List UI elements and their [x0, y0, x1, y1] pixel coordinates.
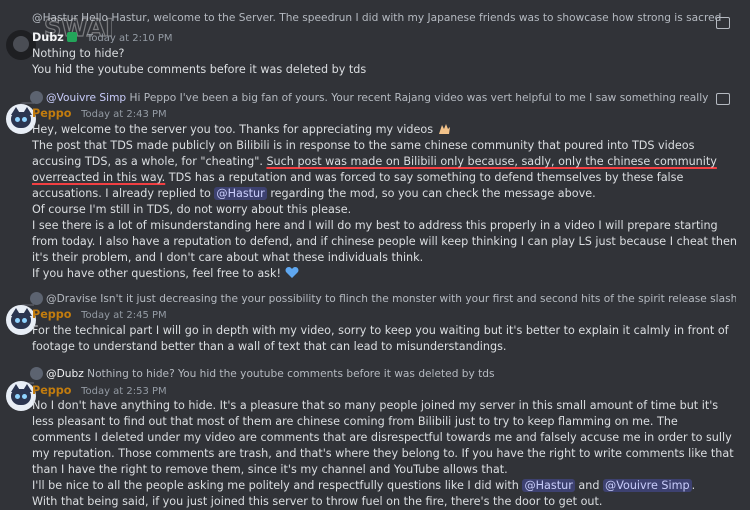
mini-avatar [30, 91, 43, 104]
image-icon[interactable] [716, 93, 730, 105]
timestamp: Today at 2:10 PM [86, 33, 173, 44]
message-header: Peppo Today at 2:43 PM [32, 106, 167, 123]
reply-preview[interactable]: @Dravise Isn't it just decreasing the yo… [46, 291, 736, 307]
mini-avatar [30, 367, 43, 380]
message-line: You hid the youtube comments before it w… [32, 63, 367, 76]
reply-preview[interactable]: @Dubz Nothing to hide? You hid the youtu… [46, 366, 736, 382]
hand-emoji-icon [437, 123, 451, 135]
reply-text: Hi Peppo I've been a big fan of yours. Y… [129, 92, 708, 104]
message-paragraph: No I don't have anything to hide. It's a… [32, 399, 734, 476]
reply-text: Hello Hastur, welcome to the Server. The… [81, 12, 722, 24]
mention-hastur[interactable]: @Hastur [214, 187, 267, 200]
reply-author[interactable]: @Dravise [46, 293, 97, 305]
blue-heart-icon [285, 266, 298, 278]
image-icon[interactable] [716, 17, 730, 29]
reply-text: Nothing to hide? You hid the youtube com… [87, 368, 495, 380]
message-header: Dubz Today at 2:10 PM [32, 30, 173, 47]
username[interactable]: Peppo [32, 107, 72, 120]
reply-preview[interactable]: @Vouivre Simp Hi Peppo I've been a big f… [46, 90, 708, 106]
reply-text: Isn't it just decreasing the your possib… [100, 293, 736, 305]
timestamp: Today at 2:45 PM [81, 310, 167, 321]
username[interactable]: Peppo [32, 308, 72, 321]
message-paragraph: If you have other questions, feel free t… [32, 266, 738, 282]
message-paragraph: Of course I'm still in TDS, do not worry… [32, 203, 352, 216]
message-paragraph: With that being said, if you just joined… [32, 495, 603, 508]
message-body: No I don't have anything to hide. It's a… [32, 398, 738, 510]
top-reply-preview[interactable]: @Hastur Hello Hastur, welcome to the Ser… [32, 10, 722, 26]
message-header: Peppo Today at 2:45 PM [32, 307, 167, 324]
timestamp: Today at 2:53 PM [81, 386, 167, 397]
timestamp: Today at 2:43 PM [81, 109, 167, 120]
reply-author[interactable]: @Vouivre Simp [46, 92, 126, 104]
message-body: Hey, welcome to the server you too. Than… [32, 122, 738, 282]
username[interactable]: Peppo [32, 384, 72, 397]
message-paragraph: I see there is a lot of misunderstanding… [32, 219, 737, 264]
message-body: For the technical part I will go in dept… [32, 324, 729, 353]
message-paragraph: I'll be nice to all the people asking me… [32, 479, 696, 492]
message-paragraph: The post that TDS made publicly on Bilib… [32, 139, 717, 200]
mini-avatar [30, 292, 43, 305]
username[interactable]: Dubz [32, 31, 64, 44]
reply-author[interactable]: @Dubz [46, 368, 84, 380]
message-paragraph: Hey, welcome to the server you too. Than… [32, 122, 738, 138]
verified-badge-icon [67, 32, 78, 42]
mention-vouivre-simp[interactable]: @Vouivre Simp [603, 479, 692, 492]
mention-hastur[interactable]: @Hastur [522, 479, 575, 492]
message-line: Nothing to hide? [32, 47, 125, 60]
